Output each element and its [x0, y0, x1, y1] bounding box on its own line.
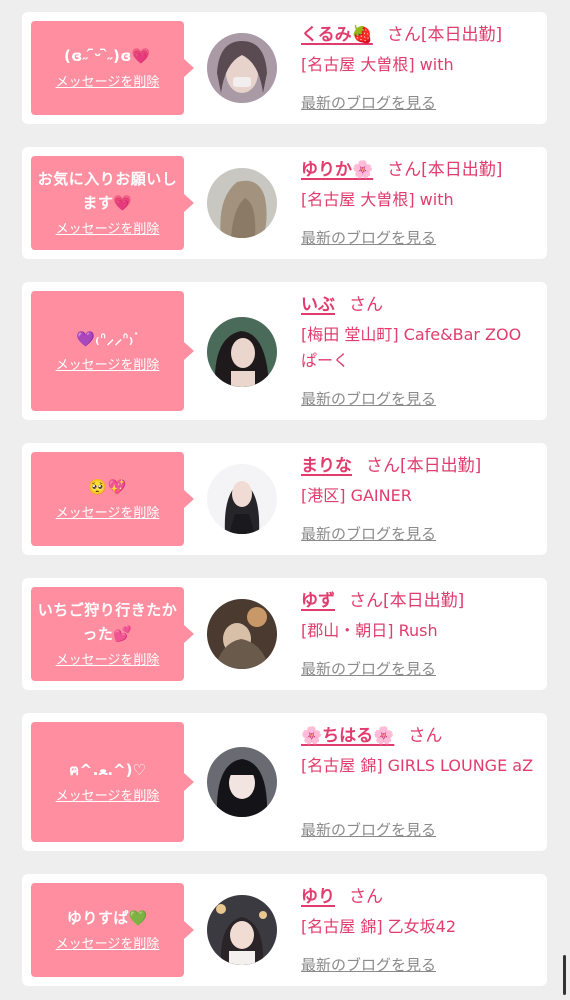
message-list: (ɞ˶ ᷇ᵕ ᷆˶)ɞ💗 メッセージを削除 くるみ🍓 さん[本日出勤] [名古屋 …	[0, 0, 570, 1000]
message-bubble: お気に入りお願いします💗 メッセージを削除	[31, 156, 194, 250]
message-text: 💜₍ᐢ⸝⸝ᐢ₎ᐝ	[76, 330, 139, 348]
shop-name: [名古屋 錦] 乙女坂42	[301, 917, 457, 936]
message-bubble: ゆりすぱ💚 メッセージを削除	[31, 883, 194, 977]
profile-info: ゆりか🌸 さん[本日出勤] [名古屋 大曽根] with	[301, 157, 541, 213]
cast-name-link[interactable]: ゆりか🌸	[301, 160, 373, 180]
cast-name-link[interactable]: ゆず	[301, 591, 335, 611]
profile-info: まりな さん[本日出勤] [港区] GAINER	[301, 453, 541, 509]
honorific: さん	[349, 591, 383, 611]
message-text: (ɞ˶ ᷇ᵕ ᷆˶)ɞ💗	[63, 47, 152, 65]
blog-link[interactable]: 最新のブログを見る	[301, 92, 436, 113]
name-line: まりな さん[本日出勤]	[301, 453, 541, 479]
shop-name: [名古屋 錦] GIRLS LOUNGE aZ	[301, 756, 534, 775]
list-item: (ɞ˶ ᷇ᵕ ᷆˶)ɞ💗 メッセージを削除 くるみ🍓 さん[本日出勤] [名古屋 …	[22, 12, 547, 124]
honorific: さん	[366, 456, 400, 476]
shop-name: [港区] GAINER	[301, 486, 412, 505]
avatar[interactable]	[207, 747, 277, 817]
cast-name-link[interactable]: いぶ	[301, 295, 335, 315]
cast-name-link[interactable]: 🌸ちはる🌸	[301, 726, 394, 746]
status-badge: [本日出勤]	[420, 25, 503, 45]
shop-name: [梅田 堂山町] Cafe&Bar ZOO ぱーく	[301, 325, 522, 370]
delete-message-link[interactable]: メッセージを削除	[56, 221, 160, 239]
avatar[interactable]	[207, 895, 277, 965]
message-text: お気に入りお願いします💗	[37, 170, 178, 212]
honorific: さん	[349, 887, 383, 907]
status-badge: [本日出勤]	[400, 456, 482, 476]
status-badge: [本日出勤]	[383, 591, 465, 611]
honorific: さん	[408, 726, 443, 746]
shop-name: [郡山・朝日] Rush	[301, 621, 438, 640]
message-text: 🥺💖	[88, 478, 127, 496]
list-item: お気に入りお願いします💗 メッセージを削除 ゆりか🌸 さん[本日出勤] [名古屋 …	[22, 147, 547, 259]
message-bubble: ฅ^.ﻌ.^)♡ メッセージを削除	[31, 722, 194, 842]
name-line: ゆず さん[本日出勤]	[301, 588, 541, 614]
message-bubble: 🥺💖 メッセージを削除	[31, 452, 194, 546]
scrollbar[interactable]	[563, 955, 566, 995]
name-line: いぶ さん	[301, 292, 541, 318]
list-item: ฅ^.ﻌ.^)♡ メッセージを削除 🌸ちはる🌸 さん [名古屋 錦] GIRLS …	[22, 713, 547, 851]
cast-name-link[interactable]: まりな	[301, 456, 352, 476]
delete-message-link[interactable]: メッセージを削除	[56, 788, 160, 806]
shop-name: [名古屋 大曽根] with	[301, 55, 454, 74]
profile-info: いぶ さん [梅田 堂山町] Cafe&Bar ZOO ぱーく	[301, 292, 541, 374]
blog-link[interactable]: 最新のブログを見る	[301, 954, 436, 975]
name-line: ゆりか🌸 さん[本日出勤]	[301, 157, 541, 183]
list-item: 💜₍ᐢ⸝⸝ᐢ₎ᐝ メッセージを削除 いぶ さん [梅田 堂山町] Cafe&Bar…	[22, 282, 547, 420]
blog-link[interactable]: 最新のブログを見る	[301, 388, 436, 409]
message-bubble: 💜₍ᐢ⸝⸝ᐢ₎ᐝ メッセージを削除	[31, 291, 194, 411]
message-text: いちご狩り行きたかった💕	[37, 601, 178, 643]
blog-link[interactable]: 最新のブログを見る	[301, 227, 436, 248]
blog-link[interactable]: 最新のブログを見る	[301, 523, 436, 544]
avatar[interactable]	[207, 464, 277, 534]
shop-name: [名古屋 大曽根] with	[301, 190, 454, 209]
delete-message-link[interactable]: メッセージを削除	[56, 652, 160, 670]
profile-info: 🌸ちはる🌸 さん [名古屋 錦] GIRLS LOUNGE aZ	[301, 723, 541, 779]
delete-message-link[interactable]: メッセージを削除	[56, 936, 160, 954]
list-item: ゆりすぱ💚 メッセージを削除 ゆり さん [名古屋 錦] 乙女坂42 最新のブログ…	[22, 874, 547, 986]
list-item: 🥺💖 メッセージを削除 まりな さん[本日出勤] [港区] GAINER 最新のブ…	[22, 443, 547, 555]
name-line: 🌸ちはる🌸 さん	[301, 723, 541, 749]
blog-link[interactable]: 最新のブログを見る	[301, 658, 436, 679]
message-bubble: (ɞ˶ ᷇ᵕ ᷆˶)ɞ💗 メッセージを削除	[31, 21, 194, 115]
delete-message-link[interactable]: メッセージを削除	[56, 74, 160, 92]
avatar[interactable]	[207, 168, 277, 238]
name-line: くるみ🍓 さん[本日出勤]	[301, 22, 541, 48]
avatar[interactable]	[207, 33, 277, 103]
honorific: さん	[349, 295, 383, 315]
message-bubble: いちご狩り行きたかった💕 メッセージを削除	[31, 587, 194, 681]
profile-info: くるみ🍓 さん[本日出勤] [名古屋 大曽根] with	[301, 22, 541, 78]
cast-name-link[interactable]: くるみ🍓	[301, 25, 373, 45]
cast-name-link[interactable]: ゆり	[301, 887, 335, 907]
honorific: さん	[387, 160, 422, 180]
blog-link[interactable]: 最新のブログを見る	[301, 819, 436, 840]
avatar[interactable]	[207, 599, 277, 669]
avatar[interactable]	[207, 317, 277, 387]
profile-info: ゆず さん[本日出勤] [郡山・朝日] Rush	[301, 588, 541, 644]
profile-info: ゆり さん [名古屋 錦] 乙女坂42	[301, 884, 541, 940]
honorific: さん	[386, 25, 421, 45]
delete-message-link[interactable]: メッセージを削除	[56, 505, 160, 523]
name-line: ゆり さん	[301, 884, 541, 910]
message-text: ฅ^.ﻌ.^)♡	[69, 761, 146, 779]
delete-message-link[interactable]: メッセージを削除	[56, 357, 160, 375]
list-item: いちご狩り行きたかった💕 メッセージを削除 ゆず さん[本日出勤] [郡山・朝日]…	[22, 578, 547, 690]
status-badge: [本日出勤]	[421, 160, 503, 180]
message-text: ゆりすぱ💚	[66, 909, 149, 927]
